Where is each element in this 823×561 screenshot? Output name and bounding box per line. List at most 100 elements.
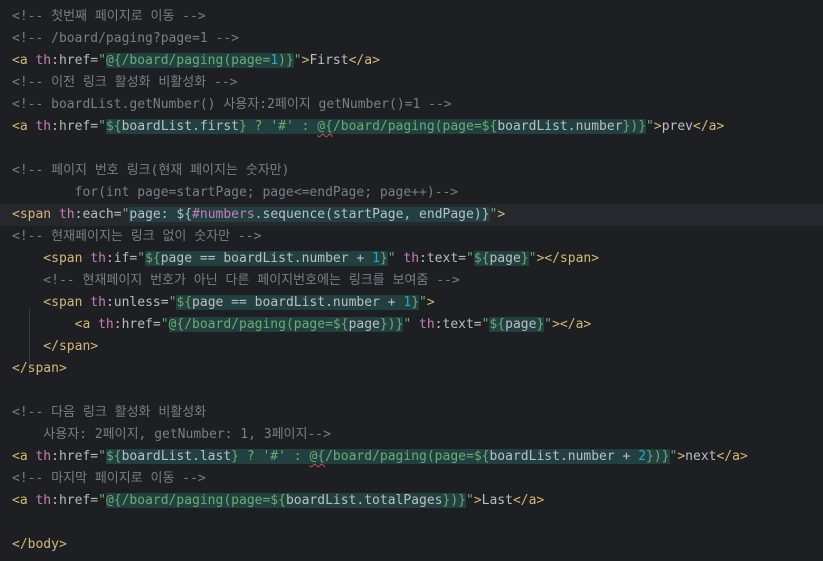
code-token: :href=: [51, 449, 99, 464]
code-token: :text=: [434, 317, 482, 332]
code-token: ${: [473, 251, 490, 266]
code-token: :each=: [74, 207, 122, 222]
code-line[interactable]: </span>: [0, 358, 823, 380]
code-token: '#': [270, 119, 294, 134]
code-line[interactable]: </span>: [0, 336, 823, 358]
code-token: } ?: [231, 449, 263, 464]
code-token: ": [293, 53, 302, 68]
code-token: ": [387, 251, 404, 266]
code-token: :unless=: [105, 295, 169, 310]
code-token: <!-- boardList.getNumber() 사용자:2페이지 getN…: [12, 97, 452, 112]
code-line[interactable]: <span th:each="page: ${#numbers.sequence…: [0, 204, 823, 226]
code-token: ": [403, 317, 420, 332]
code-line[interactable]: <a th:href="@{/board/paging(page=${board…: [0, 490, 823, 512]
code-token: <!-- 현재페이지 번호가 아닌 다른 페이지번호에는 링크를 보여줌 -->: [12, 273, 460, 288]
code-line[interactable]: <span th:unless= " ${page == boardList.num…: [0, 292, 823, 314]
code-token: >: [497, 207, 506, 222]
code-token: <!-- 페이지 번호 링크(현재 페이지는 숫자만): [12, 163, 290, 178]
code-token: >: [653, 119, 662, 134]
code-token: /board/paging(page=${: [332, 119, 498, 134]
code-token: :text=: [419, 251, 466, 266]
code-token: <!-- /board/paging?page=1 -->: [12, 31, 239, 46]
code-token: @{/board/paging(page=${: [105, 493, 286, 508]
code-token: ${: [489, 317, 506, 332]
code-token: :href=: [113, 317, 161, 332]
code-token: }: [411, 295, 420, 310]
code-token: next: [685, 449, 717, 464]
code-token: th: [35, 493, 52, 508]
code-line[interactable]: [0, 138, 823, 160]
code-token: #numbers: [192, 207, 255, 222]
code-token: @{/board/paging(page=: [105, 53, 271, 68]
code-token: :if=: [105, 251, 138, 266]
code-token: <!-- 다음 링크 활성화 비활성화: [12, 405, 207, 420]
code-token: ": [465, 493, 474, 508]
code-token: <!-- 이전 링크 활성화 비활성화 -->: [12, 75, 238, 90]
code-token: <a: [12, 317, 99, 332]
code-line[interactable]: [0, 380, 823, 402]
code-token: ${: [176, 295, 193, 310]
code-token: :href=: [51, 493, 99, 508]
code-line[interactable]: for(int page=startPage; page<=endPage; p…: [0, 182, 823, 204]
code-token: <!-- 현재페이지는 링크 없이 숫자만 -->: [12, 229, 262, 244]
code-line[interactable]: 사용자: 2페이지, getNumber: 1, 3페이지-->: [0, 424, 823, 446]
code-token: </body>: [12, 537, 67, 552]
code-token: Last: [481, 493, 513, 508]
code-line[interactable]: </body>: [0, 534, 823, 556]
code-token: })}: [442, 493, 466, 508]
code-token: @{: [309, 449, 326, 464]
code-line[interactable]: <!-- 이전 링크 활성화 비활성화 -->: [0, 72, 823, 94]
code-token: </a>: [716, 449, 748, 464]
code-token: th: [98, 317, 114, 332]
code-token: )}: [278, 53, 294, 68]
code-token: >: [677, 449, 686, 464]
code-line[interactable]: <span th:if="${page == boardList.number …: [0, 248, 823, 270]
code-token: th: [403, 251, 420, 266]
code-token: :: [293, 119, 318, 134]
code-token: } ?: [239, 119, 271, 134]
code-token: <span: [12, 207, 59, 222]
code-token: :: [285, 449, 310, 464]
code-token: }: [379, 251, 388, 266]
code-line[interactable]: <!-- boardList.getNumber() 사용자:2페이지 getN…: [0, 94, 823, 116]
code-token: ${: [105, 449, 122, 464]
code-line[interactable]: <!-- 페이지 번호 링크(현재 페이지는 숫자만): [0, 160, 823, 182]
code-token: page == boardList.number +: [160, 251, 373, 266]
code-token: ": [98, 449, 106, 464]
code-token: page: ${: [129, 207, 193, 222]
code-token: }: [520, 251, 529, 266]
code-line[interactable]: <a th:href="${boardList.last} ? '#' : @{…: [0, 446, 823, 468]
code-token: th: [35, 53, 52, 68]
code-line[interactable]: <a th:href="${boardList.first} ? '#' : @…: [0, 116, 823, 138]
code-line[interactable]: <!-- 첫번째 페이지로 이동 -->: [0, 6, 823, 28]
code-line[interactable]: <!-- 다음 링크 활성화 비활성화: [0, 402, 823, 424]
code-line[interactable]: <!-- 현재페이지는 링크 없이 숫자만 -->: [0, 226, 823, 248]
code-token: <a: [12, 53, 36, 68]
code-token: <a: [12, 119, 36, 134]
code-line[interactable]: <!-- 현재페이지 번호가 아닌 다른 페이지번호에는 링크를 보여줌 -->: [0, 270, 823, 292]
code-token: >: [473, 493, 482, 508]
code-token: page == boardList.number +: [192, 295, 404, 310]
code-line[interactable]: <!-- 마지막 페이지로 이동 -->: [0, 468, 823, 490]
code-token: /board/paging(page=${: [325, 449, 490, 464]
code-line[interactable]: <!-- /board/paging?page=1 -->: [0, 28, 823, 50]
code-token: ": [646, 119, 654, 134]
code-line[interactable]: [0, 512, 823, 534]
code-token: })}: [379, 317, 404, 332]
code-token: 2: [638, 449, 647, 464]
code-token: prev: [661, 119, 693, 134]
code-token: </span>: [12, 361, 67, 376]
code-token: th: [90, 295, 106, 310]
code-token: @{/board/paging(page=${: [168, 317, 349, 332]
code-token: 1: [372, 251, 380, 266]
code-token: th: [35, 449, 52, 464]
code-token: </a>: [693, 119, 725, 134]
code-token: ${: [145, 251, 161, 266]
code-line[interactable]: <a th:href="@{/board/paging(page=1)}">Fi…: [0, 50, 823, 72]
code-token: sequence: [262, 207, 326, 222]
code-line[interactable]: <a th:href="@{/board/paging(page=${page}…: [0, 314, 823, 336]
code-token: th: [58, 207, 75, 222]
code-token: ": [466, 251, 474, 266]
code-editor[interactable]: <!-- 첫번째 페이지로 이동 --> <!-- /board/paging?p…: [0, 0, 823, 561]
code-token: >: [426, 295, 435, 310]
